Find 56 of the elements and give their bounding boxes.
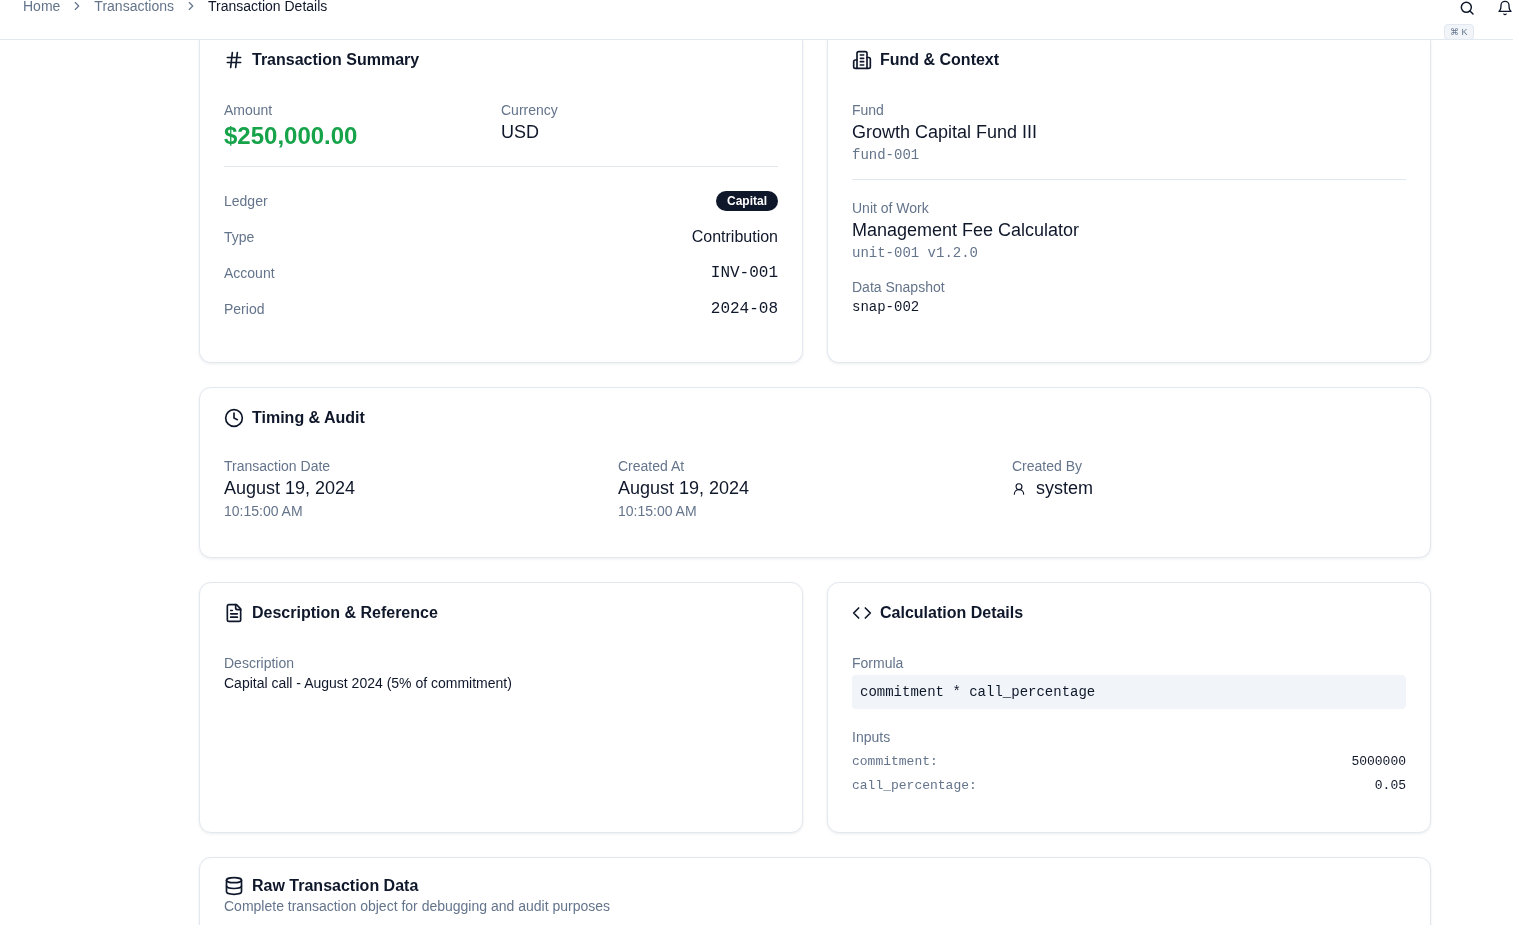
formula-code: commitment * call_percentage [852,675,1406,709]
bell-icon[interactable] [1497,0,1513,16]
field-label: Amount [224,102,274,118]
field-label: Created At [618,458,686,474]
card-title: Fund & Context [880,51,1000,69]
unit-name: Management Fee Calculator [852,220,1081,241]
field-label: Inputs [852,729,892,745]
field-label: Transaction Date [224,458,332,474]
field-value: USD [501,122,540,143]
database-icon [224,876,244,896]
building-icon [852,50,872,70]
card-title: Transaction Summary [252,51,420,69]
user-icon [1012,481,1026,496]
field-label: Data Snapshot [852,279,946,295]
field-label: Unit of Work [852,200,930,216]
input-value: 0.05 [1374,777,1406,793]
card-subtitle: Complete transaction object for debugging and audit purposes [224,898,612,914]
time-value: 10:15:00 AM [618,503,698,519]
date-value: August 19, 2024 [618,478,751,499]
field-label: Created By [1012,458,1084,474]
field-label: Period [224,301,265,317]
field-label: Currency [501,102,559,118]
document-icon [224,603,244,623]
card-title: Raw Transaction Data [252,877,419,895]
card-title: Description & Reference [252,604,438,622]
card-title: Timing & Audit [252,409,365,427]
field-value: Contribution [691,228,778,246]
field-value: INV-001 [710,264,778,282]
unit-id: unit-001 v1.2.0 [852,245,980,261]
time-value: 10:15:00 AM [224,503,304,519]
ledger-tag: Capital [716,191,778,211]
breadcrumb-link[interactable]: Transactions [94,0,174,14]
search-icon[interactable] [1459,0,1475,16]
fund-id: fund-001 [852,147,921,163]
date-value: August 19, 2024 [224,478,357,499]
hash-icon [224,50,244,70]
input-value: 5000000 [1351,753,1406,769]
field-label: Fund [852,102,885,118]
description-text: Capital call - August 2024 (5% of commitment) [224,675,513,691]
amount-value: $250,000.00 [224,122,359,150]
field-label: Type [224,229,255,245]
field-value: 2024-08 [710,300,778,318]
clock-icon [224,408,244,428]
field-label: Ledger [224,193,268,209]
breadcrumb-current: Transaction Details [208,0,328,14]
input-name: call_percentage: [852,777,977,793]
user-name: system [1036,478,1093,499]
breadcrumb-link[interactable]: Home [23,0,61,14]
fund-name: Growth Capital Fund III [852,122,1039,143]
input-name: commitment: [852,753,938,769]
field-label: Description [224,655,296,671]
card-title: Calculation Details [880,604,1024,622]
shortcut-hint: ⌘ K [1444,24,1474,40]
field-label: Formula [852,655,905,671]
field-label: Account [224,265,275,281]
snapshot-id: snap-002 [852,299,921,315]
